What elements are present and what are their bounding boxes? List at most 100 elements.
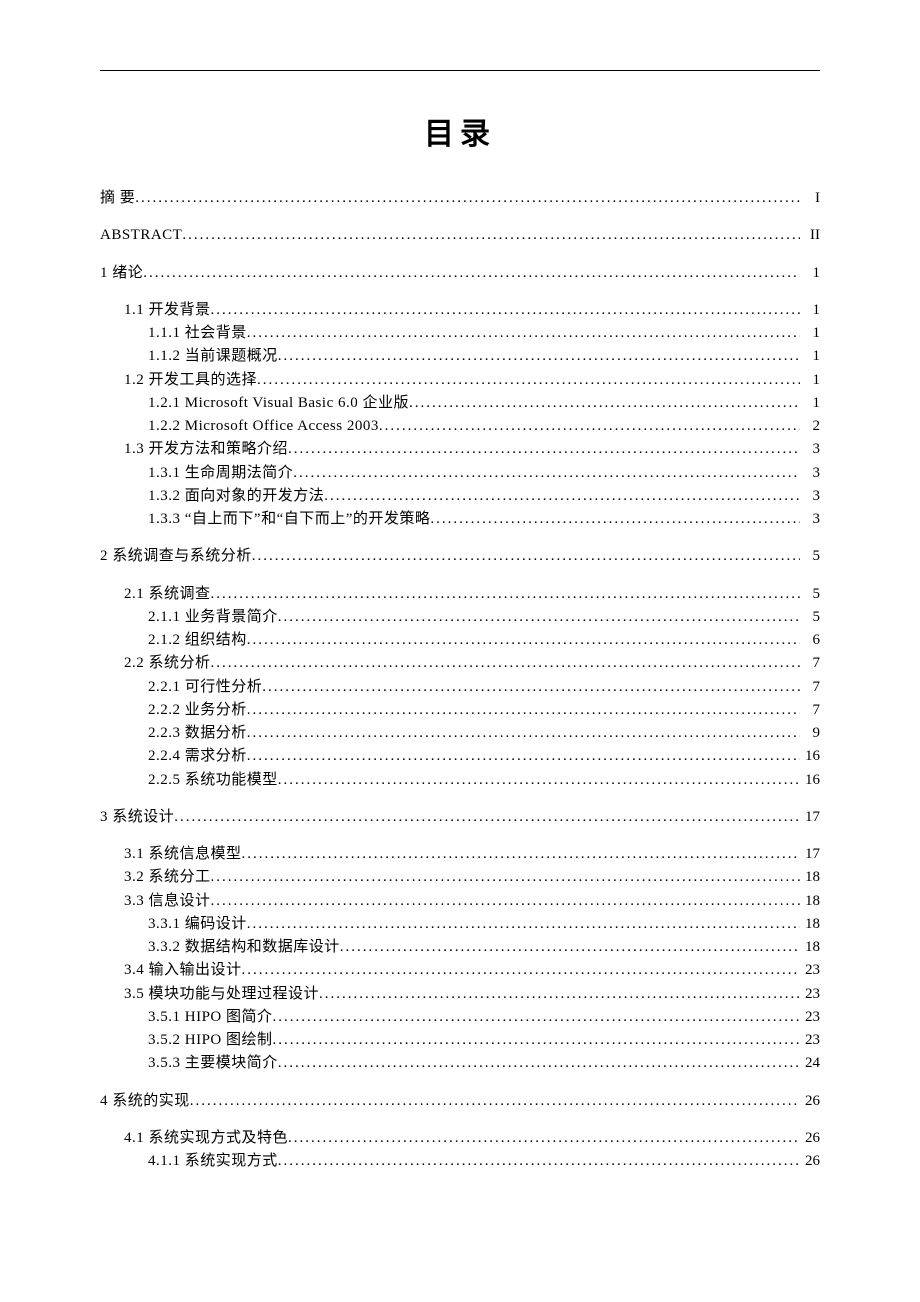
toc-entry: 2.2 系统分析7 (100, 652, 820, 675)
toc-entry-label: 2.2.1 可行性分析 (148, 676, 262, 699)
toc-entry: 1.3.2 面向对象的开发方法 3 (100, 485, 820, 508)
toc-entry: 3.5.1 HIPO 图简介23 (100, 1006, 820, 1029)
toc-entry: 4.1.1 系统实现方式 26 (100, 1150, 820, 1173)
toc-leader-dots (143, 262, 800, 285)
toc-entry-page: 1 (800, 392, 820, 415)
toc-entry-label: 4.1 系统实现方式及特色 (124, 1127, 288, 1150)
toc-entry: 1.3.1 生命周期法简介 3 (100, 462, 820, 485)
toc-entry: 4.1 系统实现方式及特色26 (100, 1127, 820, 1150)
toc-entry-page: 23 (800, 959, 820, 982)
toc-entry-page: 3 (800, 462, 820, 485)
toc-leader-dots (211, 583, 800, 606)
toc-block: 3.1 系统信息模型173.2 系统分工183.3 信息设计183.3.1 编码… (100, 843, 820, 1076)
toc-entry-label: 摘 要 (100, 187, 135, 210)
toc-leader-dots (211, 299, 800, 322)
toc-block: 4 系统的实现26 (100, 1090, 820, 1113)
toc-entry-page: 7 (800, 699, 820, 722)
toc-entry: 2.1 系统调查5 (100, 583, 820, 606)
toc-entry: 1.2.2 Microsoft Office Access 2003 2 (100, 415, 820, 438)
toc-entry-label: 2.2.4 需求分析 (148, 745, 247, 768)
toc-entry-page: 18 (800, 913, 820, 936)
toc-entry: 2.2.5 系统功能模型 16 (100, 769, 820, 792)
toc-block: 摘 要I (100, 187, 820, 210)
toc-entry: 3.3 信息设计18 (100, 890, 820, 913)
toc-entry-page: 7 (800, 652, 820, 675)
toc-entry-label: 3.3 信息设计 (124, 890, 211, 913)
toc-entry: 3.3.2 数据结构和数据库设计 18 (100, 936, 820, 959)
toc-entry-label: ABSTRACT (100, 224, 182, 247)
toc-entry-page: 9 (800, 722, 820, 745)
toc-entry: 1.1.1 社会背景 1 (100, 322, 820, 345)
toc-leader-dots (242, 843, 800, 866)
toc-entry: 3.4 输入输出设计 23 (100, 959, 820, 982)
toc-entry-label: 1.2 开发工具的选择 (124, 369, 257, 392)
toc-entry-label: 1 绪论 (100, 262, 143, 285)
toc-leader-dots (174, 806, 800, 829)
toc-leader-dots (247, 629, 800, 652)
toc-entry: 2.2.3 数据分析 9 (100, 722, 820, 745)
toc-entry-label: 3.3.2 数据结构和数据库设计 (148, 936, 340, 959)
toc-entry-page: 16 (800, 769, 820, 792)
toc-entry: 2 系统调查与系统分析 5 (100, 545, 820, 568)
toc-leader-dots (379, 415, 800, 438)
toc-entry-page: 3 (800, 438, 820, 461)
toc-entry-label: 1.1.2 当前课题概况 (148, 345, 278, 368)
toc-leader-dots (288, 1127, 800, 1150)
toc-entry: 3.1 系统信息模型17 (100, 843, 820, 866)
toc-entry-label: 2 系统调查与系统分析 (100, 545, 252, 568)
toc-entry-label: 3.2 系统分工 (124, 866, 211, 889)
toc-entry-page: 3 (800, 508, 820, 531)
toc-entry: 3.5.2 HIPO 图绘制23 (100, 1029, 820, 1052)
toc-entry-label: 1.2.2 Microsoft Office Access 2003 (148, 415, 379, 438)
toc-entry-page: 23 (800, 1006, 820, 1029)
toc-entry-label: 2.1.2 组织结构 (148, 629, 247, 652)
toc-entry-page: 1 (800, 345, 820, 368)
toc-leader-dots (182, 224, 800, 247)
toc-entry: 2.1.2 组织结构 6 (100, 629, 820, 652)
toc-entry-label: 3 系统设计 (100, 806, 174, 829)
toc-leader-dots (409, 392, 800, 415)
toc-entry-label: 2.1.1 业务背景简介 (148, 606, 278, 629)
toc-entry-page: 2 (800, 415, 820, 438)
toc-entry-page: 5 (800, 545, 820, 568)
toc-entry-label: 1.1.1 社会背景 (148, 322, 247, 345)
table-of-contents: 摘 要IABSTRACTII1 绪论11.1 开发背景11.1.1 社会背景 1… (100, 187, 820, 1173)
toc-entry-label: 4 系统的实现 (100, 1090, 190, 1113)
toc-leader-dots (273, 1029, 800, 1052)
toc-leader-dots (135, 187, 800, 210)
toc-leader-dots (190, 1090, 800, 1113)
toc-leader-dots (278, 1052, 800, 1075)
toc-entry-label: 3.4 输入输出设计 (124, 959, 242, 982)
toc-entry: 3 系统设计17 (100, 806, 820, 829)
toc-leader-dots (262, 676, 800, 699)
toc-entry: 3.5.3 主要模块简介 24 (100, 1052, 820, 1075)
toc-block: 1.1 开发背景11.1.1 社会背景 11.1.2 当前课题概况 11.2 开… (100, 299, 820, 532)
toc-entry-label: 3.5 模块功能与处理过程设计 (124, 983, 319, 1006)
toc-entry-page: 26 (800, 1150, 820, 1173)
toc-entry: 3.2 系统分工18 (100, 866, 820, 889)
toc-entry-label: 1.2.1 Microsoft Visual Basic 6.0 企业版 (148, 392, 409, 415)
toc-block: 4.1 系统实现方式及特色264.1.1 系统实现方式 26 (100, 1127, 820, 1174)
page-title: 目录 (100, 109, 820, 153)
toc-entry: ABSTRACTII (100, 224, 820, 247)
toc-entry: 1.3.3 “自上而下”和“自下而上”的开发策略 3 (100, 508, 820, 531)
toc-leader-dots (278, 769, 800, 792)
toc-block: 1 绪论1 (100, 262, 820, 285)
toc-entry-label: 1.3.2 面向对象的开发方法 (148, 485, 324, 508)
toc-entry-page: 24 (800, 1052, 820, 1075)
toc-entry-page: 16 (800, 745, 820, 768)
toc-leader-dots (211, 890, 800, 913)
toc-leader-dots (211, 652, 800, 675)
toc-entry-label: 2.2.3 数据分析 (148, 722, 247, 745)
toc-entry: 2.1.1 业务背景简介 5 (100, 606, 820, 629)
toc-entry: 2.2.2 业务分析 7 (100, 699, 820, 722)
toc-block: 3 系统设计17 (100, 806, 820, 829)
toc-entry-page: 3 (800, 485, 820, 508)
toc-entry-label: 2.1 系统调查 (124, 583, 211, 606)
toc-leader-dots (247, 745, 800, 768)
toc-entry: 1.2 开发工具的选择1 (100, 369, 820, 392)
toc-leader-dots (278, 1150, 800, 1173)
toc-entry: 1.3 开发方法和策略介绍3 (100, 438, 820, 461)
toc-leader-dots (340, 936, 800, 959)
toc-entry-page: I (800, 187, 820, 210)
